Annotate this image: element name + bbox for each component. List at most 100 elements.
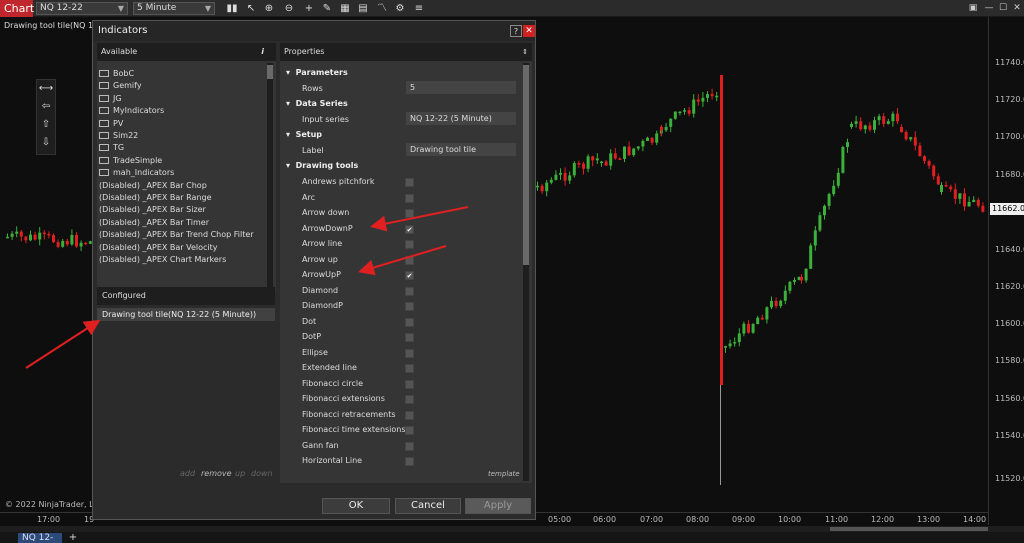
apply-button[interactable]: Apply xyxy=(465,498,531,514)
available-item[interactable]: (Disabled) _APEX Bar Sizer xyxy=(99,205,206,214)
drawing-tool-checkbox[interactable] xyxy=(405,395,414,404)
available-item[interactable]: MyIndicators xyxy=(99,106,164,115)
remove-button[interactable]: remove xyxy=(201,469,232,478)
drawing-tool-checkbox[interactable]: ✔ xyxy=(405,271,414,280)
drawing-tool-checkbox[interactable] xyxy=(405,441,414,451)
dialog-close-button[interactable]: ✕ xyxy=(523,25,535,37)
drawing-tool-checkbox[interactable] xyxy=(405,333,414,342)
section-drawing-tools[interactable]: ▾ Drawing tools xyxy=(286,161,358,170)
time-label: 09:00 xyxy=(732,515,756,524)
cancel-button[interactable]: Cancel xyxy=(395,498,461,514)
info-icon[interactable]: i xyxy=(261,43,264,61)
available-item[interactable]: PV xyxy=(99,119,123,128)
drawing-tool-label: Diamond xyxy=(302,285,339,295)
available-item-label: BobC xyxy=(113,69,135,78)
drawing-tool-checkbox[interactable] xyxy=(405,410,414,420)
candle-body xyxy=(669,118,673,127)
candle-body xyxy=(696,99,700,102)
up-button[interactable]: up xyxy=(235,469,245,478)
add-button[interactable]: add xyxy=(180,469,195,478)
minimize-icon[interactable]: — xyxy=(982,2,996,15)
available-item[interactable]: (Disabled) _APEX Chart Markers xyxy=(99,255,226,264)
candle-body xyxy=(891,113,895,122)
interval-selector[interactable]: 5 Minute ▼ xyxy=(133,2,215,15)
ok-button[interactable]: OK xyxy=(322,498,390,514)
properties-scrollbar[interactable] xyxy=(523,63,529,481)
candle-body xyxy=(756,317,760,325)
drawing-tool-checkbox[interactable] xyxy=(405,302,414,311)
close-icon[interactable]: ✕ xyxy=(1010,2,1024,15)
rows-field[interactable]: 5 xyxy=(406,81,516,94)
available-item[interactable]: JG xyxy=(99,94,122,103)
indicators-dialog: Indicators ? ✕ Available i BobC Gemify JG M… xyxy=(92,20,536,520)
indicators-icon[interactable]: 〽 xyxy=(375,2,389,15)
down-button[interactable]: down xyxy=(251,469,273,478)
drawing-tool-checkbox[interactable] xyxy=(405,178,414,187)
sort-icon[interactable]: ⇕ xyxy=(522,43,528,61)
candle-body xyxy=(809,245,813,269)
arrow-left-icon[interactable]: ⇦ xyxy=(37,98,55,116)
configured-indicator-item[interactable]: Drawing tool tile(NQ 12-22 (5 Minute)) xyxy=(97,308,275,321)
price-axis[interactable]: 11740.00 11720.00 11700.00 11680.00 1164… xyxy=(988,17,1024,525)
scrollbar-thumb[interactable] xyxy=(523,65,529,265)
template-link[interactable]: template xyxy=(488,470,520,478)
maximize-icon[interactable]: ☐ xyxy=(996,2,1010,15)
available-item[interactable]: mah_Indicators xyxy=(99,168,174,177)
data-box-icon[interactable]: ▦ xyxy=(338,2,352,15)
expand-horizontal-icon[interactable]: ⟷ xyxy=(37,80,55,98)
candle-body xyxy=(972,199,976,202)
section-parameters[interactable]: ▾ Parameters xyxy=(286,68,348,77)
available-item[interactable]: Sim22 xyxy=(99,131,138,140)
available-item[interactable]: (Disabled) _APEX Bar Range xyxy=(99,193,212,202)
available-item[interactable]: BobC xyxy=(99,69,134,78)
folder-icon xyxy=(99,82,109,90)
drawing-tools-icon[interactable]: ✎ xyxy=(320,2,334,15)
drawing-tool-checkbox[interactable] xyxy=(405,317,414,327)
drawing-tool-checkbox[interactable] xyxy=(405,379,414,389)
scrollbar-thumb[interactable] xyxy=(830,527,988,531)
available-item[interactable]: TG xyxy=(99,143,124,152)
chart-menu-button[interactable]: Chart xyxy=(0,0,34,17)
available-item-label: Gemify xyxy=(113,81,142,91)
help-button[interactable]: ? xyxy=(510,25,522,37)
zoom-in-icon[interactable]: ⊕ xyxy=(262,2,276,15)
window-menu-icon[interactable]: ▣ xyxy=(966,2,980,15)
price-label: 11560.00 xyxy=(995,394,1024,403)
bar-type-icon[interactable]: ▮▮ xyxy=(225,2,239,15)
add-tab-button[interactable]: + xyxy=(66,533,80,543)
section-setup[interactable]: ▾ Setup xyxy=(286,130,322,139)
available-item[interactable]: (Disabled) _APEX Bar Chop xyxy=(99,181,207,190)
available-item[interactable]: (Disabled) _APEX Bar Trend Chop Filter xyxy=(99,230,254,239)
tab-nq-12-22[interactable]: NQ 12-22 xyxy=(18,533,62,543)
scrollbar-thumb[interactable] xyxy=(267,65,273,79)
drawing-tool-checkbox[interactable] xyxy=(405,364,414,373)
label-field[interactable]: Drawing tool tile xyxy=(406,143,516,156)
available-item[interactable]: (Disabled) _APEX Bar Velocity xyxy=(99,243,218,252)
drawing-tool-checkbox[interactable] xyxy=(405,348,414,358)
input-series-field[interactable]: NQ 12-22 (5 Minute) xyxy=(406,112,516,125)
zoom-out-icon[interactable]: ⊖ xyxy=(282,2,296,15)
drawing-tool-checkbox[interactable] xyxy=(405,426,414,435)
available-item[interactable]: (Disabled) _APEX Bar Timer xyxy=(99,218,209,227)
section-data-series[interactable]: ▾ Data Series xyxy=(286,99,348,108)
arrow-down-icon[interactable]: ⇩ xyxy=(37,134,55,152)
drawing-tool-checkbox[interactable] xyxy=(405,255,414,265)
available-scrollbar[interactable] xyxy=(267,63,273,289)
properties-icon[interactable]: ≡ xyxy=(412,2,426,15)
crosshair-icon[interactable]: ↖ xyxy=(244,2,258,15)
plus-icon[interactable]: + xyxy=(302,2,316,15)
arrow-up-icon[interactable]: ⇧ xyxy=(37,116,55,134)
drawing-tool-checkbox[interactable] xyxy=(405,240,414,249)
drawing-tool-checkbox[interactable] xyxy=(405,209,414,218)
drawing-tool-checkbox[interactable] xyxy=(405,286,414,296)
instrument-selector[interactable]: NQ 12-22 ▼ xyxy=(36,2,128,15)
strategies-icon[interactable]: ⚙ xyxy=(393,2,407,15)
candle-body xyxy=(841,147,845,173)
available-item[interactable]: Gemify xyxy=(99,81,142,90)
available-item[interactable]: TradeSimple xyxy=(99,156,162,165)
drawing-tool-checkbox[interactable] xyxy=(405,193,414,203)
drawing-tool-checkbox[interactable]: ✔ xyxy=(405,224,414,234)
template-icon[interactable]: ▤ xyxy=(356,2,370,15)
drawing-tool-checkbox[interactable] xyxy=(405,457,414,466)
candle-body xyxy=(832,185,836,195)
